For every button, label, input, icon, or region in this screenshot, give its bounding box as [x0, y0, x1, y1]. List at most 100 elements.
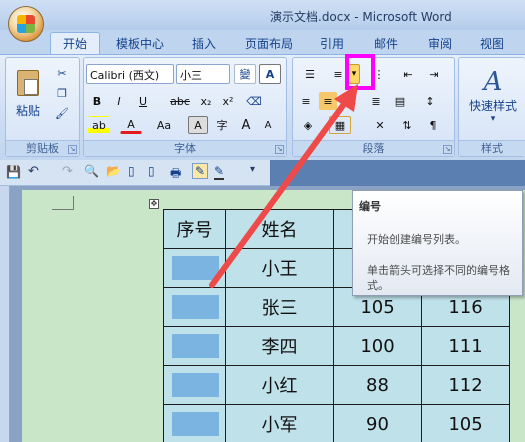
office-logo-icon [17, 15, 35, 33]
superscript-button[interactable]: x² [218, 92, 238, 110]
name-cell[interactable]: 小王 [225, 248, 334, 288]
char-shading-icon[interactable]: A [188, 116, 208, 134]
numbering-highlight-box [345, 54, 375, 90]
format-painter-icon[interactable]: 🖌 [52, 104, 72, 122]
paragraph-launcher-icon[interactable]: ↘ [443, 145, 452, 154]
clear-format-icon[interactable]: ⌫ [244, 92, 264, 110]
tooltip-hint: 单击箭头可选择不同的编号格式。 [367, 264, 510, 292]
tab-home[interactable]: 开始 [50, 32, 100, 54]
underline-button[interactable]: U [134, 92, 152, 110]
selected-cell[interactable] [163, 365, 226, 405]
justify-icon[interactable]: ≣ [367, 92, 385, 110]
header-cell[interactable]: 姓名 [225, 209, 334, 249]
distributed-icon[interactable]: ▤ [391, 92, 409, 110]
borders-icon[interactable]: ▦ [329, 116, 351, 134]
increase-indent-icon[interactable]: ⇥ [423, 64, 445, 84]
sort-icon[interactable]: ⇅ [397, 116, 417, 134]
window-title: 演示文档.docx - Microsoft Word [270, 10, 452, 24]
name-cell[interactable]: 小红 [225, 365, 334, 405]
margin-mark [52, 196, 74, 210]
value-cell[interactable]: 90 [333, 404, 422, 442]
italic-button[interactable]: I [110, 92, 128, 110]
tab-references[interactable]: 引用 [312, 32, 352, 54]
paragraph-group-label: 段落 [293, 140, 454, 156]
print-icon[interactable]: 🖶 [170, 164, 181, 185]
decrease-indent-icon[interactable]: ⇤ [397, 64, 419, 84]
tab-mailings[interactable]: 邮件 [364, 32, 408, 54]
shrink-font-button[interactable]: A [258, 116, 278, 134]
table-row: 李四 100 111 [163, 326, 510, 366]
vertical-ruler [0, 186, 10, 442]
selected-cell[interactable] [163, 404, 226, 442]
strikethrough-button[interactable]: abc [168, 92, 192, 110]
header-cell[interactable]: 序号 [163, 209, 226, 249]
pen-color-icon[interactable]: ✎ [214, 164, 225, 180]
shading-icon[interactable]: ◈ [297, 116, 319, 134]
font-size-select[interactable]: 小三 [176, 64, 230, 84]
tab-insert[interactable]: 插入 [182, 32, 226, 54]
value-cell[interactable]: 105 [421, 404, 510, 442]
show-marks-icon[interactable]: ¶ [423, 116, 443, 134]
tab-page-layout[interactable]: 页面布局 [238, 32, 300, 54]
subscript-button[interactable]: x₂ [196, 92, 216, 110]
align-center-icon[interactable]: ≡ [319, 92, 337, 110]
value-cell[interactable]: 111 [421, 326, 510, 366]
char-border-button[interactable]: A [259, 64, 281, 84]
bold-button[interactable]: B [88, 92, 106, 110]
cut-icon[interactable]: ✂ [52, 64, 72, 82]
save-icon[interactable]: 💾 [6, 165, 21, 179]
customize-qat-icon[interactable]: ▾ [250, 164, 255, 175]
styles-group-label: 样式 [459, 140, 525, 156]
highlight-color-icon[interactable]: ab [88, 116, 110, 134]
name-cell[interactable]: 李四 [225, 326, 334, 366]
value-cell[interactable]: 112 [421, 365, 510, 405]
change-case-button[interactable]: Aa [152, 116, 176, 134]
font-group: Calibri (西文) 小三 變 A B I U abc x₂ x² ⌫ ab… [83, 57, 287, 157]
align-right-icon[interactable]: ≡ [343, 92, 361, 110]
bullets-icon[interactable]: ☰ [297, 64, 323, 84]
value-cell[interactable]: 100 [333, 326, 422, 366]
selected-cell[interactable] [163, 248, 226, 288]
quick-access-toolbar: 💾 ↶ ↷ 🔍 📂 ▯ ▯ 🖶 ✎ ✎ ▾ [0, 160, 270, 186]
grow-font-button[interactable]: A [236, 116, 256, 134]
font-group-label: 字体 [84, 140, 286, 156]
tab-review[interactable]: 审阅 [418, 32, 462, 54]
clipboard-launcher-icon[interactable]: ↘ [68, 145, 77, 154]
phonetic-guide-button[interactable]: 變 [234, 64, 256, 84]
tab-templates[interactable]: 模板中心 [108, 32, 172, 54]
tooltip-description: 开始创建编号列表。 [367, 233, 466, 246]
redo-icon[interactable]: ↷ [62, 164, 73, 179]
table-row: 小红 88 112 [163, 365, 510, 405]
copy-icon[interactable]: ❐ [52, 84, 72, 102]
new-doc-icon[interactable]: ▯ [128, 164, 135, 178]
numbering-tooltip: 编号 开始创建编号列表。 单击箭头可选择不同的编号格式。 [352, 190, 523, 296]
chinese-layout-icon[interactable]: ✕ [367, 116, 393, 134]
enclose-char-button[interactable]: 字 [212, 116, 232, 134]
selected-cell[interactable] [163, 287, 226, 327]
align-left-icon[interactable]: ≡ [297, 92, 315, 110]
paste-icon [17, 69, 39, 96]
clipboard-group: 粘贴 ✂ ❐ 🖌 剪贴板 ↘ [5, 57, 80, 157]
paste-button[interactable]: 粘贴 [10, 62, 46, 126]
font-name-select[interactable]: Calibri (西文) [86, 64, 174, 84]
table-move-handle-icon[interactable]: ✥ [149, 199, 159, 209]
styles-group: A 快速样式 ▾ 样式 [458, 57, 525, 157]
undo-icon[interactable]: ↶ [28, 164, 39, 179]
name-cell[interactable]: 张三 [225, 287, 334, 327]
open-icon[interactable]: 📂 [106, 164, 121, 178]
tab-view[interactable]: 视图 [470, 32, 514, 54]
selected-cell[interactable] [163, 326, 226, 366]
tooltip-title: 编号 [359, 200, 381, 213]
blank-doc-icon[interactable]: ▯ [148, 164, 155, 178]
name-cell[interactable]: 小军 [225, 404, 334, 442]
line-spacing-icon[interactable]: ↕ [417, 92, 443, 110]
font-color-icon[interactable]: A [120, 116, 142, 134]
office-button[interactable] [8, 6, 44, 42]
value-cell[interactable]: 88 [333, 365, 422, 405]
draw-table-icon[interactable]: ✎ [192, 163, 209, 179]
quick-styles-icon: A [483, 66, 503, 97]
table-row: 小军 90 105 [163, 404, 510, 442]
print-preview-icon[interactable]: 🔍 [84, 164, 99, 178]
quick-styles-button[interactable]: A 快速样式 ▾ [463, 62, 523, 128]
font-launcher-icon[interactable]: ↘ [275, 145, 284, 154]
